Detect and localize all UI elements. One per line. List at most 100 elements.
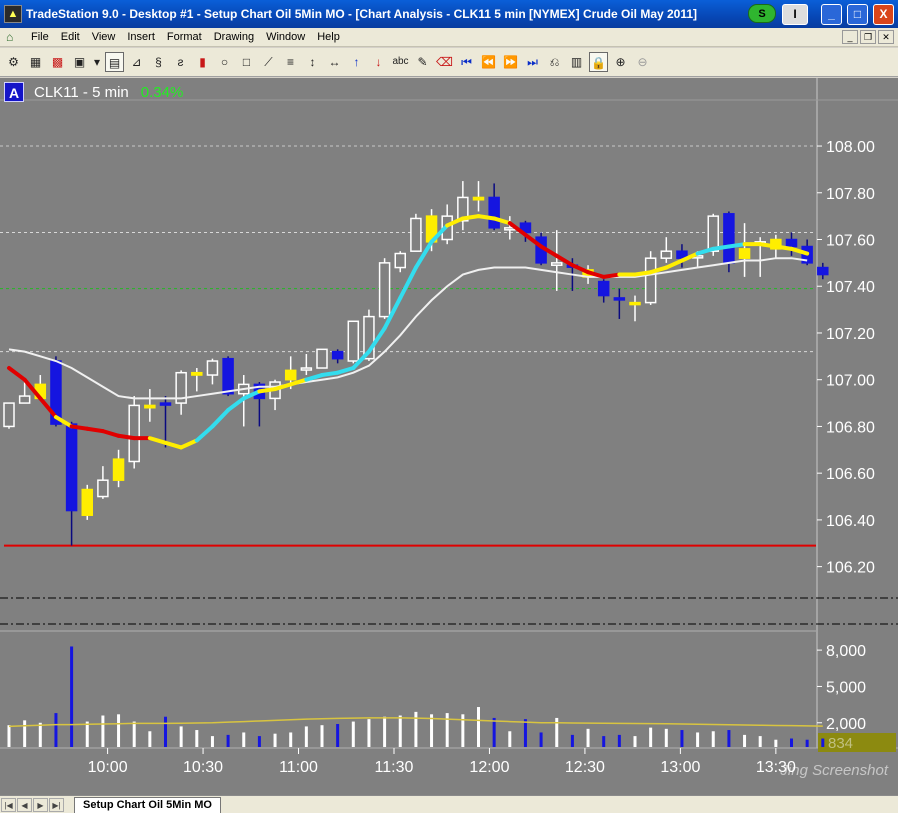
volume-bar <box>23 720 27 747</box>
last-tab-icon[interactable]: ▶| <box>49 797 64 812</box>
status-s-badge[interactable]: S <box>748 4 776 23</box>
volume-bar <box>602 736 606 747</box>
fast-ma-segment <box>335 366 356 375</box>
menu-insert[interactable]: Insert <box>121 31 161 43</box>
fast-ma-segment <box>398 265 418 300</box>
mdi-close-icon[interactable]: ✕ <box>878 30 894 44</box>
volume-bar <box>664 728 668 747</box>
candle-icon[interactable]: ▮ <box>193 52 212 72</box>
vertical-line-icon[interactable]: ↕ <box>303 52 322 72</box>
maximize-button[interactable]: □ <box>847 4 868 25</box>
menu-help[interactable]: Help <box>311 31 346 43</box>
prev-tab-icon[interactable]: ◀ <box>17 797 32 812</box>
text-icon[interactable]: abc <box>391 52 410 72</box>
price-tick-label: 106.80 <box>826 419 875 436</box>
candle-body <box>112 458 125 481</box>
tradestation-app-icon[interactable]: ▲ <box>4 5 22 23</box>
time-tick-label: 11:00 <box>279 759 318 776</box>
zoom-back-icon[interactable]: ⎌ <box>545 52 564 72</box>
volume-bar <box>539 732 543 747</box>
close-button[interactable]: X <box>873 4 894 25</box>
menu-window[interactable]: Window <box>260 31 311 43</box>
price-tick-label: 107.40 <box>826 279 875 296</box>
fast-ma-segment <box>695 246 716 256</box>
window-dropdown-button[interactable]: I <box>782 4 808 25</box>
menu-view[interactable]: View <box>86 31 122 43</box>
candle-body <box>97 479 109 498</box>
chart-document-icon[interactable]: ⌂ <box>6 30 20 44</box>
candle-body <box>472 196 485 201</box>
price-tick-label: 107.60 <box>826 233 875 250</box>
arrow-up-icon[interactable]: ↑ <box>347 52 366 72</box>
menu-drawing[interactable]: Drawing <box>208 31 260 43</box>
bar-chart-icon[interactable]: ▦ <box>26 52 45 72</box>
next-tab-icon[interactable]: ▶ <box>33 797 48 812</box>
title-bar[interactable]: ▲ TradeStation 9.0 - Desktop #1 - Setup … <box>0 0 898 28</box>
volume-bar <box>289 732 293 747</box>
zoom-in-icon[interactable]: ⊕ <box>611 52 630 72</box>
fast-ma-segment <box>210 408 231 429</box>
candle-body <box>3 402 15 428</box>
mdi-restore-icon[interactable]: ❐ <box>860 30 876 44</box>
grid-chart-icon[interactable]: ▣ <box>70 52 89 72</box>
volume-bar <box>445 713 449 747</box>
lock-icon[interactable]: 🔒 <box>589 52 608 72</box>
mdi-minimize-icon[interactable]: _ <box>842 30 858 44</box>
chart-settings-icon[interactable]: ⚙ <box>4 52 23 72</box>
eraser-icon[interactable]: ⌫ <box>435 52 454 72</box>
zoom-out-icon[interactable]: ⊖ <box>633 52 652 72</box>
volume-bar <box>70 646 74 747</box>
first-tab-icon[interactable]: |◀ <box>1 797 16 812</box>
volume-bar <box>774 739 778 747</box>
fast-ma-segment <box>664 258 684 270</box>
scroll-right-icon[interactable]: ⏩ <box>501 52 520 72</box>
volume-bar <box>164 716 167 747</box>
fast-ma-segment <box>476 214 497 221</box>
kagi-icon[interactable]: ƨ <box>171 52 190 72</box>
menu-edit[interactable]: Edit <box>55 31 86 43</box>
candle-body <box>613 297 626 301</box>
fast-ma-segment <box>773 244 794 251</box>
pencil-icon[interactable]: ✎ <box>413 52 432 72</box>
candle-body <box>660 250 673 259</box>
menu-format[interactable]: Format <box>161 31 208 43</box>
volume-bar <box>523 719 527 747</box>
menu-file[interactable]: File <box>25 31 55 43</box>
chart-analysis-badge[interactable]: A <box>4 82 24 102</box>
volume-bar <box>273 733 277 747</box>
volume-bar <box>38 722 42 747</box>
go-first-icon[interactable]: ⏮ <box>457 52 476 72</box>
price-chart[interactable]: 108.00 107.80 107.60 107.40 107.20 107.00 106.… <box>0 78 898 795</box>
ellipse-icon[interactable]: ○ <box>215 52 234 72</box>
price-tick-label: 108.00 <box>826 139 875 156</box>
candle-body <box>284 369 297 381</box>
horizontal-arrows-icon[interactable]: ↔ <box>325 52 344 72</box>
fast-ma-segment <box>601 272 622 279</box>
data-window-icon[interactable]: ▥ <box>567 52 586 72</box>
line-style-icon[interactable]: ⊿ <box>127 52 146 72</box>
rectangle-icon[interactable]: □ <box>237 52 256 72</box>
dropdown-icon[interactable]: ▾ <box>92 52 102 72</box>
volume-bar <box>7 725 11 747</box>
volume-bar <box>242 732 246 747</box>
point-figure-icon[interactable]: § <box>149 52 168 72</box>
go-last-icon[interactable]: ⏭ <box>523 52 542 72</box>
candle-body <box>316 348 328 369</box>
arrow-down-icon[interactable]: ↓ <box>369 52 388 72</box>
candle-body <box>394 252 406 269</box>
candle-body <box>738 248 751 259</box>
chart-analysis-window[interactable]: A CLK11 - 5 min 0.34% 108.00 107.80 107.60… <box>0 78 898 795</box>
volume-bar <box>492 717 496 747</box>
workspace-tab[interactable]: Setup Chart Oil 5Min MO <box>74 796 221 813</box>
trendline-icon[interactable]: ⟋ <box>259 52 278 72</box>
scroll-left-icon[interactable]: ⏪ <box>479 52 498 72</box>
candle-body <box>18 395 31 404</box>
workspace-tab-bar: |◀ ◀ ▶ ▶| Setup Chart Oil 5Min MO <box>0 795 898 813</box>
volume-bar <box>758 736 762 747</box>
volume-bar <box>336 723 340 747</box>
horizontal-line-icon[interactable]: ≡ <box>281 52 300 72</box>
minimize-button[interactable]: _ <box>821 4 842 25</box>
price-tick-label: 107.20 <box>826 326 875 343</box>
candle-chart-icon[interactable]: ▩ <box>48 52 67 72</box>
bar-style-icon[interactable]: ▤ <box>105 52 124 72</box>
